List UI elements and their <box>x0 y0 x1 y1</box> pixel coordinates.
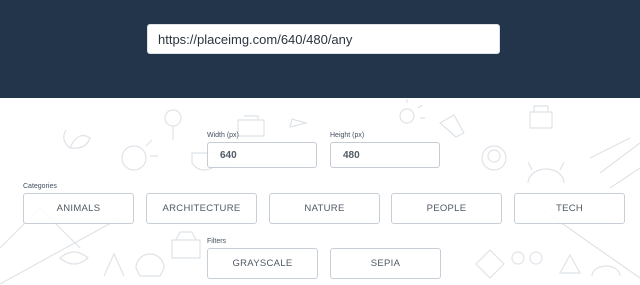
category-button-architecture[interactable]: ARCHITECTURE <box>146 193 257 224</box>
category-button-animals[interactable]: ANIMALS <box>23 193 134 224</box>
width-label: Width (px) <box>207 132 239 139</box>
category-button-people[interactable]: PEOPLE <box>391 193 502 224</box>
category-button-tech[interactable]: TECH <box>514 193 625 224</box>
filters-label: Filters <box>207 238 227 245</box>
url-input[interactable] <box>147 24 500 54</box>
height-input[interactable]: 480 <box>330 142 440 168</box>
height-label: Height (px) <box>330 132 365 139</box>
width-input[interactable]: 640 <box>207 142 317 168</box>
background-doodles <box>0 99 640 285</box>
filter-button-sepia[interactable]: SEPIA <box>330 248 441 279</box>
categories-label: Categories <box>23 183 57 190</box>
filter-button-grayscale[interactable]: GRAYSCALE <box>207 248 318 279</box>
category-button-nature[interactable]: NATURE <box>269 193 380 224</box>
hero-banner <box>0 0 640 98</box>
